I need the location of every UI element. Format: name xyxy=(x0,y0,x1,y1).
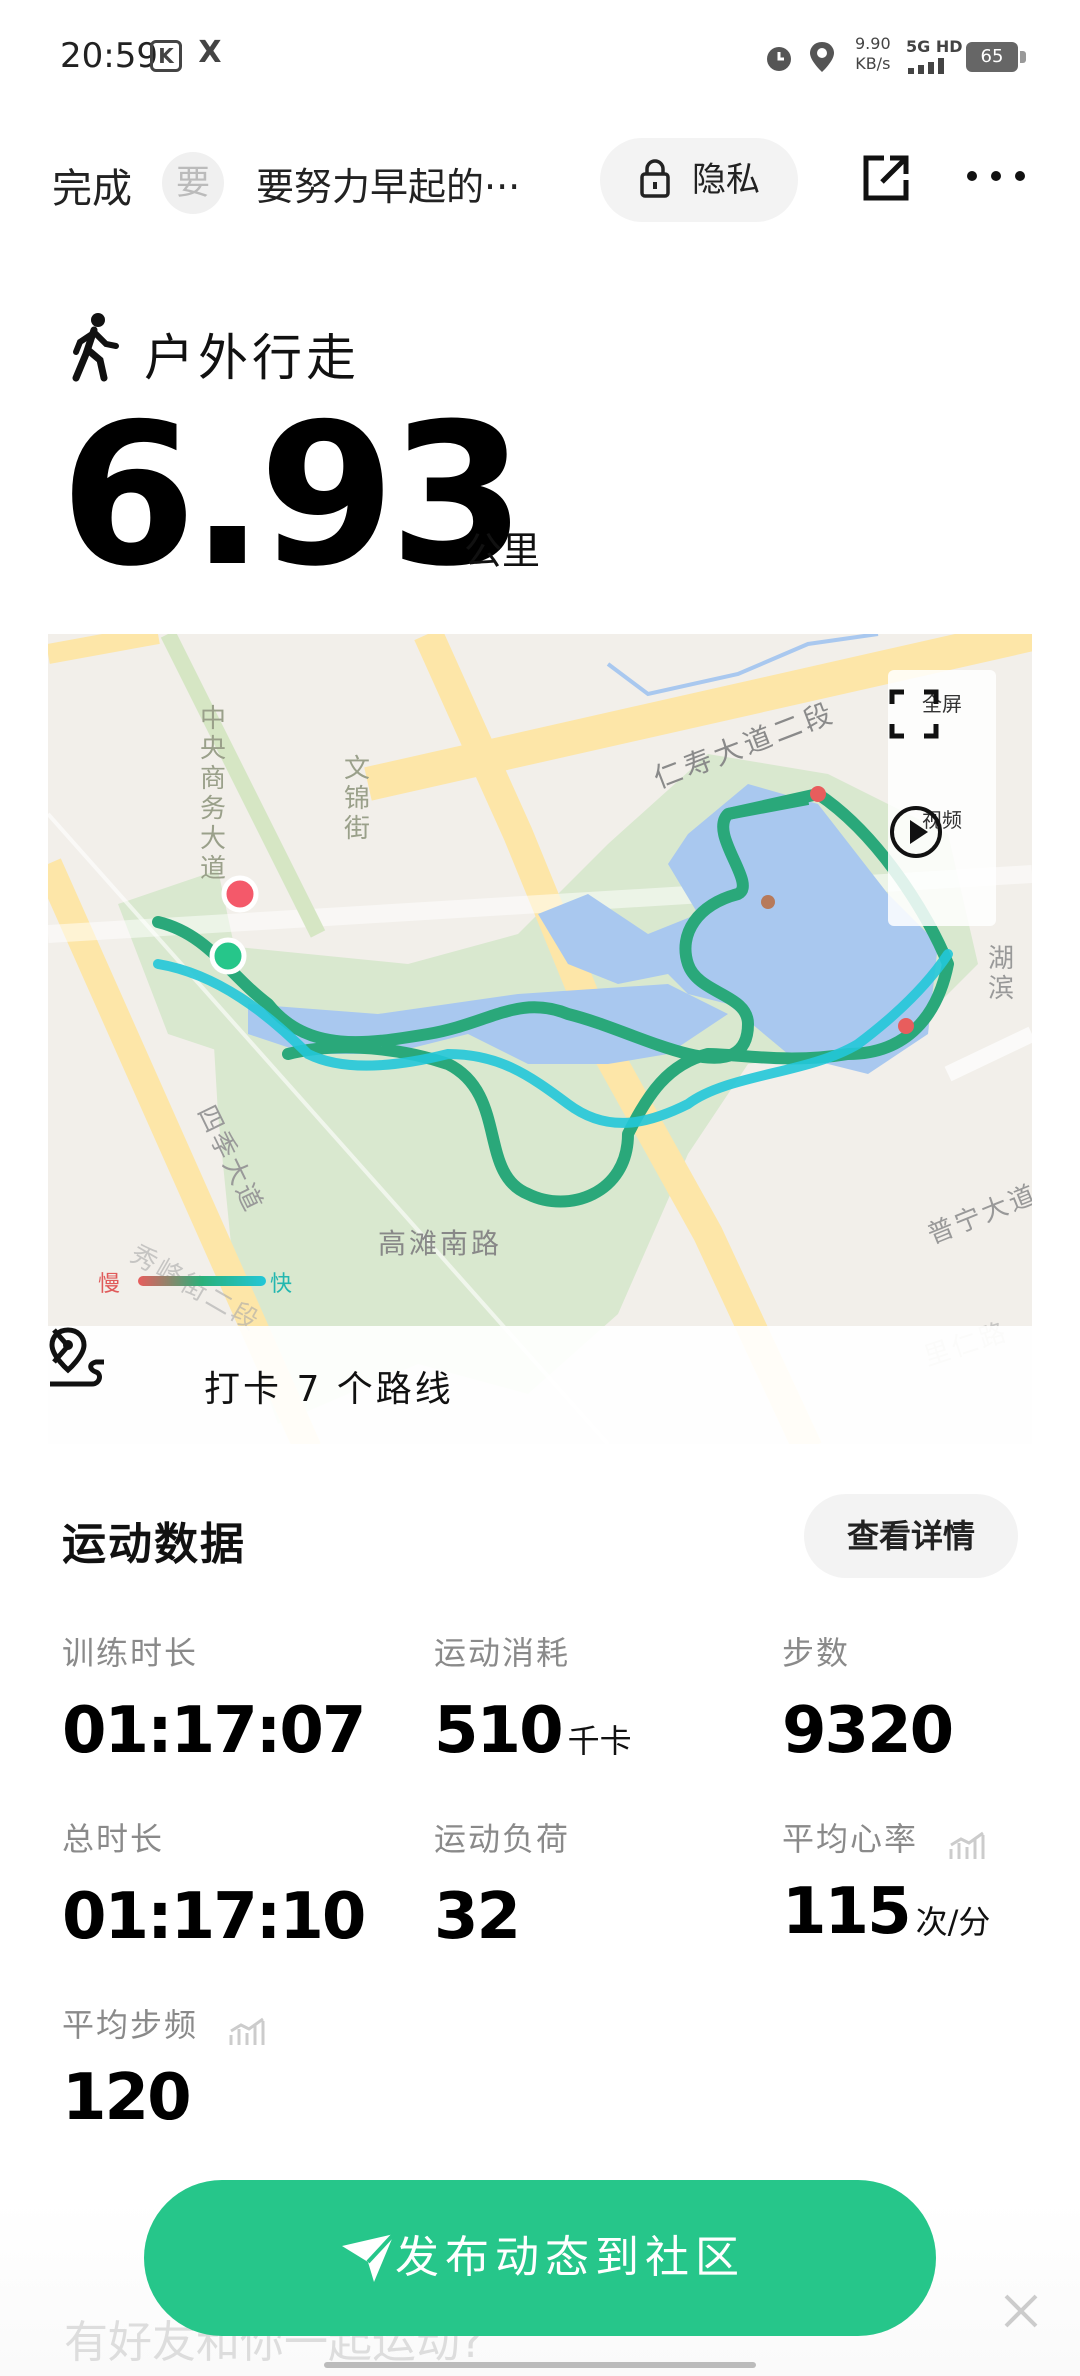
distance-unit: 公里 xyxy=(464,529,541,573)
stat-value: 32 xyxy=(434,1880,521,1954)
hourglass-icon: X xyxy=(198,35,222,70)
location-icon xyxy=(810,42,834,72)
stat-label: 平均心率 xyxy=(782,1820,919,1858)
stat-label: 运动消耗 xyxy=(434,1634,571,1672)
fullscreen-icon xyxy=(889,689,939,739)
status-time: 20:59 xyxy=(60,36,158,76)
stat-value: 510 xyxy=(434,1694,564,1768)
slow-segment xyxy=(810,786,826,802)
stat-label: 总时长 xyxy=(62,1820,165,1858)
stat-value: 115 xyxy=(782,1874,912,1949)
publish-label: 发布动态到社区 xyxy=(395,2232,745,2283)
stat-label: 运动负荷 xyxy=(434,1820,571,1858)
distance-value: 6.93 xyxy=(60,382,526,610)
lock-icon xyxy=(640,159,670,198)
stat-item[interactable]: 平均心率 115 次/分 xyxy=(782,1814,990,1949)
slow-segment xyxy=(761,895,775,909)
k-app-icon: K xyxy=(150,40,182,72)
section-title: 运动数据 xyxy=(62,1519,246,1570)
stat-unit: 次/分 xyxy=(915,1902,991,1941)
route-checkin-label: 打卡 7 个路线 xyxy=(204,1369,454,1410)
trend-chart-icon xyxy=(949,1831,985,1859)
walking-person-icon xyxy=(72,313,119,382)
route-map[interactable]: 中央商务大道 文锦街 仁寿大道二段 湖滨 高滩南路 普宁大道 四季大道 秀峰街二… xyxy=(48,634,1032,1444)
send-icon xyxy=(342,2232,396,2282)
road xyxy=(944,1026,1032,1082)
road-label: 高滩南路 xyxy=(378,1227,503,1260)
view-details-button[interactable]: 查看详情 xyxy=(804,1494,1018,1578)
status-bar: 20:59 K X 9.90 KB/s 5G HD 65 xyxy=(0,0,1080,110)
stat-item: 训练时长 01:17:07 xyxy=(62,1628,366,1768)
trend-chart-icon xyxy=(229,2017,265,2045)
stat-value: 01:17:07 xyxy=(62,1694,366,1768)
privacy-button[interactable]: 隐私 xyxy=(600,138,798,222)
avatar[interactable]: 要 xyxy=(162,152,224,214)
map-controls: 全屏 视频 xyxy=(888,670,996,926)
stat-value: 120 xyxy=(62,2060,192,2135)
network-indicator: 5G HD xyxy=(906,37,963,56)
battery-indicator: 65 xyxy=(966,42,1026,72)
done-button[interactable]: 完成 xyxy=(52,156,132,214)
privacy-label: 隐私 xyxy=(692,160,760,200)
road xyxy=(48,634,160,664)
activity-type: 户外行走 xyxy=(144,329,360,387)
stat-item: 步数 9320 xyxy=(782,1628,954,1768)
stat-value: 01:17:10 xyxy=(62,1880,366,1954)
legend-slow-label: 慢 xyxy=(98,1272,121,1297)
stat-value: 9320 xyxy=(782,1694,954,1768)
start-marker xyxy=(209,937,247,975)
fullscreen-button[interactable]: 全屏 xyxy=(888,688,996,739)
signal-icon xyxy=(908,58,944,74)
chevron-right-icon xyxy=(52,1328,72,1364)
stat-label: 平均步频 xyxy=(62,2006,199,2044)
road-label: 文锦街 xyxy=(344,754,371,844)
slow-segment xyxy=(898,1018,914,1034)
park-area xyxy=(208,754,978,1424)
stat-item[interactable]: 平均步频 120 xyxy=(62,2000,267,2135)
road-label: 湖滨 xyxy=(988,944,1015,1004)
publish-button[interactable]: 发布动态到社区 xyxy=(144,2180,936,2336)
username[interactable]: 要努力早起的··· xyxy=(256,156,556,211)
stat-item: 总时长 01:17:10 xyxy=(62,1814,366,1954)
speed-legend-bar xyxy=(138,1276,266,1286)
map-canvas xyxy=(48,634,1032,1444)
alarm-icon xyxy=(767,47,791,71)
home-indicator xyxy=(324,2362,756,2368)
stat-item: 运动消耗 510 千卡 xyxy=(434,1628,632,1768)
legend-fast-label: 快 xyxy=(270,1272,293,1297)
stat-unit: 千卡 xyxy=(567,1722,632,1760)
close-icon[interactable] xyxy=(1000,2290,1042,2332)
play-icon xyxy=(890,806,942,858)
stat-label: 步数 xyxy=(782,1634,851,1672)
road-label: 中央商务大道 xyxy=(200,704,227,884)
stat-item: 运动负荷 32 xyxy=(434,1814,570,1954)
net-rate: 9.90 KB/s xyxy=(855,34,891,73)
stat-label: 训练时长 xyxy=(62,1634,199,1672)
video-button[interactable]: 视频 xyxy=(888,804,996,858)
more-icon[interactable] xyxy=(964,168,1028,184)
route-checkin-row[interactable]: 打卡 7 个路线 xyxy=(48,1326,1032,1444)
share-icon[interactable] xyxy=(858,150,914,206)
